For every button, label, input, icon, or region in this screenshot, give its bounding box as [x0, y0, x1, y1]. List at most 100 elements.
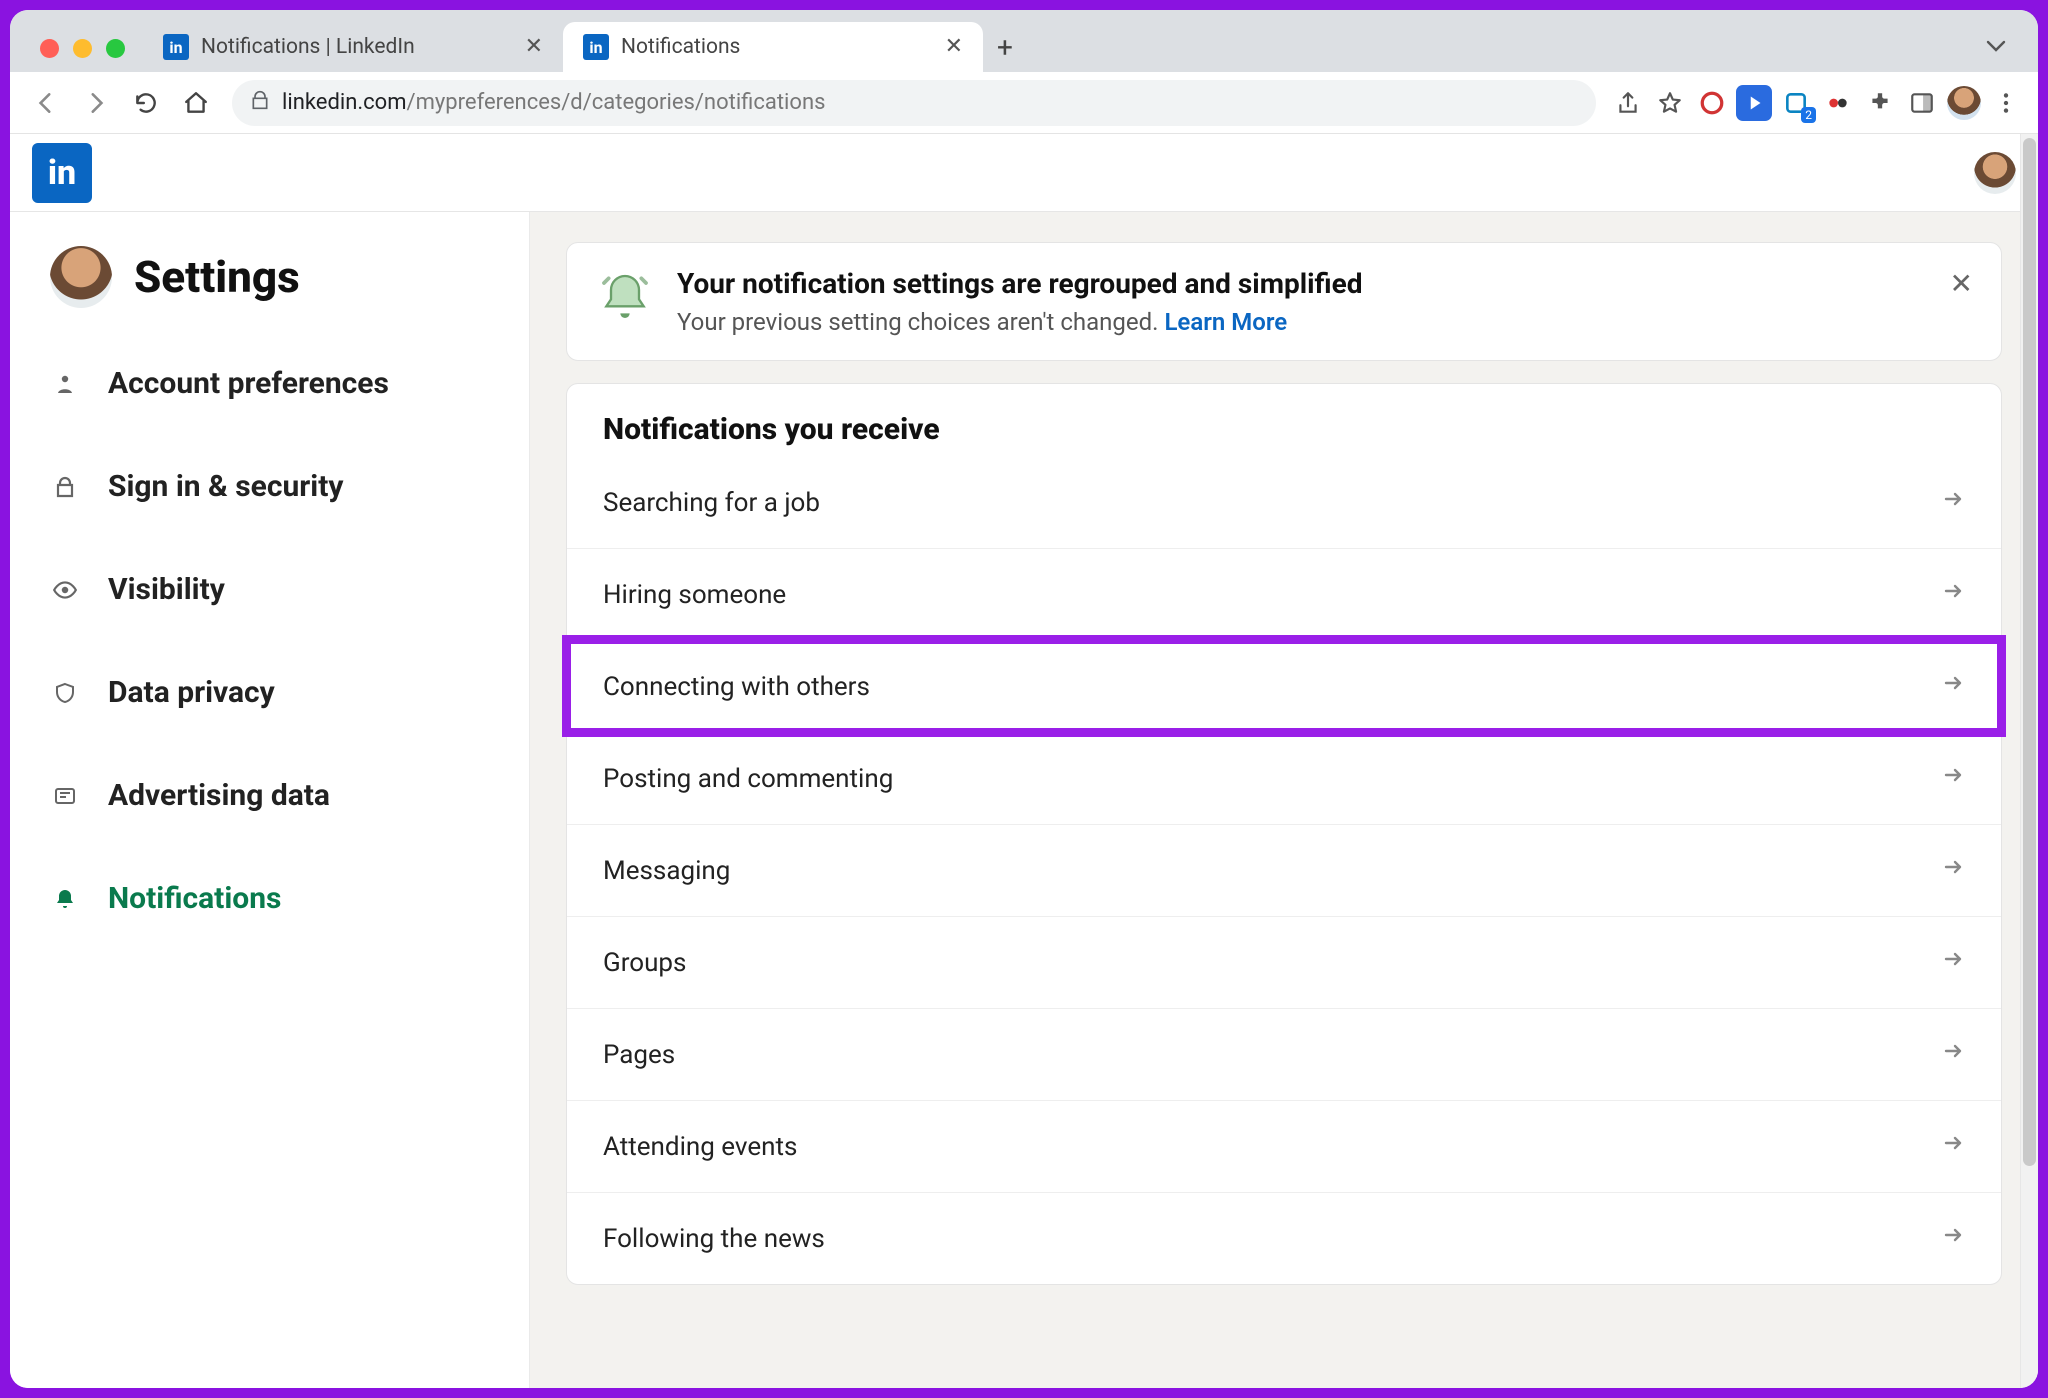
banner-text: Your notification settings are regrouped…: [677, 267, 1362, 336]
profile-avatar[interactable]: [1974, 152, 2016, 194]
notification-row[interactable]: Searching for a job: [567, 457, 2001, 548]
window-controls: [22, 39, 143, 72]
chrome-menu-icon[interactable]: [1988, 85, 2024, 121]
close-banner-button[interactable]: ✕: [1950, 267, 1973, 300]
linkedin-header: in: [10, 134, 2038, 212]
info-banner: Your notification settings are regrouped…: [566, 242, 2002, 361]
notification-row[interactable]: Groups: [567, 916, 2001, 1008]
tab-title: Notifications | LinkedIn: [201, 35, 415, 59]
notification-row[interactable]: Messaging: [567, 824, 2001, 916]
maximize-window-button[interactable]: [106, 39, 125, 58]
notification-row[interactable]: Posting and commenting: [567, 732, 2001, 824]
row-label: Connecting with others: [603, 672, 870, 702]
extensions-puzzle-icon[interactable]: [1862, 85, 1898, 121]
page-content: in Settings Account preferences: [10, 134, 2038, 1388]
reload-button[interactable]: [124, 81, 168, 125]
row-label: Attending events: [603, 1132, 797, 1162]
sidebar-item-label: Advertising data: [108, 778, 330, 813]
sidebar-item-label: Sign in & security: [108, 469, 343, 504]
vertical-scrollbar[interactable]: [2020, 134, 2038, 1388]
close-window-button[interactable]: [40, 39, 59, 58]
close-tab-icon[interactable]: ✕: [525, 36, 543, 58]
sidebar-item-sign-in-security[interactable]: Sign in & security: [10, 435, 529, 538]
row-label: Searching for a job: [603, 488, 820, 518]
extension-icon[interactable]: [1820, 85, 1856, 121]
eye-icon: [50, 577, 80, 603]
learn-more-link[interactable]: Learn More: [1164, 308, 1287, 336]
row-label: Following the news: [603, 1224, 825, 1254]
arrow-right-icon: [1941, 671, 1965, 702]
banner-body: Your previous setting choices aren't cha…: [677, 308, 1362, 336]
arrow-right-icon: [1941, 1131, 1965, 1162]
address-bar: linkedin.com/mypreferences/d/categories/…: [10, 72, 2038, 134]
card-heading: Notifications you receive: [567, 412, 2001, 457]
url-text: linkedin.com/mypreferences/d/categories/…: [282, 90, 825, 115]
arrow-right-icon: [1941, 579, 1965, 610]
bookmark-star-icon[interactable]: [1652, 85, 1688, 121]
linkedin-favicon-icon: in: [583, 34, 609, 60]
bell-icon: [50, 887, 80, 911]
row-label: Hiring someone: [603, 580, 786, 610]
settings-heading: Settings: [10, 246, 529, 332]
row-label: Pages: [603, 1040, 675, 1070]
browser-window: in Notifications | LinkedIn ✕ in Notific…: [10, 10, 2038, 1388]
arrow-right-icon: [1941, 1223, 1965, 1254]
linkedin-favicon-icon: in: [163, 34, 189, 60]
notification-row[interactable]: Following the news: [567, 1192, 2001, 1284]
settings-layout: Settings Account preferences Sign in & s…: [10, 212, 2038, 1388]
notifications-card: Notifications you receive Searching for …: [566, 383, 2002, 1285]
sidebar-item-label: Data privacy: [108, 675, 275, 710]
page-title: Settings: [134, 251, 300, 303]
sidebar-item-account-preferences[interactable]: Account preferences: [10, 332, 529, 435]
tab-bar: in Notifications | LinkedIn ✕ in Notific…: [10, 10, 2038, 72]
bell-illustration-icon: [595, 267, 655, 327]
sidebar-item-label: Notifications: [108, 881, 281, 916]
extension-icon[interactable]: [1736, 85, 1772, 121]
extension-icon[interactable]: [1778, 85, 1814, 121]
profile-avatar: [50, 246, 112, 308]
close-tab-icon[interactable]: ✕: [945, 36, 963, 58]
row-label: Messaging: [603, 856, 730, 886]
row-label: Groups: [603, 948, 686, 978]
settings-main: Your notification settings are regrouped…: [530, 212, 2038, 1388]
lock-icon: [250, 90, 270, 116]
browser-tab-active[interactable]: in Notifications ✕: [563, 22, 983, 72]
sidebar-item-visibility[interactable]: Visibility: [10, 538, 529, 641]
arrow-right-icon: [1941, 855, 1965, 886]
linkedin-logo[interactable]: in: [32, 143, 92, 203]
arrow-right-icon: [1941, 763, 1965, 794]
shield-icon: [50, 681, 80, 705]
sidebar-item-label: Visibility: [108, 572, 225, 607]
newspaper-icon: [50, 784, 80, 808]
notification-row[interactable]: Hiring someone: [567, 548, 2001, 640]
side-panel-icon[interactable]: [1904, 85, 1940, 121]
notification-row[interactable]: Attending events: [567, 1100, 2001, 1192]
settings-sidebar: Settings Account preferences Sign in & s…: [10, 212, 530, 1388]
notification-row-connecting-with-others[interactable]: Connecting with others: [567, 640, 2001, 732]
arrow-right-icon: [1941, 487, 1965, 518]
tabs-dropdown-icon[interactable]: [1976, 34, 2026, 72]
url-input[interactable]: linkedin.com/mypreferences/d/categories/…: [232, 80, 1596, 126]
back-button[interactable]: [24, 81, 68, 125]
row-label: Posting and commenting: [603, 764, 893, 794]
minimize-window-button[interactable]: [73, 39, 92, 58]
forward-button[interactable]: [74, 81, 118, 125]
sidebar-item-notifications[interactable]: Notifications: [10, 847, 529, 950]
sidebar-item-label: Account preferences: [108, 366, 389, 401]
sidebar-item-advertising-data[interactable]: Advertising data: [10, 744, 529, 847]
home-button[interactable]: [174, 81, 218, 125]
profile-avatar[interactable]: [1946, 85, 1982, 121]
lock-icon: [50, 475, 80, 499]
notification-row[interactable]: Pages: [567, 1008, 2001, 1100]
scrollbar-thumb[interactable]: [2023, 138, 2036, 1166]
arrow-right-icon: [1941, 1039, 1965, 1070]
sidebar-item-data-privacy[interactable]: Data privacy: [10, 641, 529, 744]
tab-title: Notifications: [621, 35, 740, 59]
person-icon: [50, 372, 80, 396]
banner-title: Your notification settings are regrouped…: [677, 267, 1362, 300]
share-icon[interactable]: [1610, 85, 1646, 121]
browser-tab-inactive[interactable]: in Notifications | LinkedIn ✕: [143, 22, 563, 72]
extension-icon[interactable]: [1694, 85, 1730, 121]
new-tab-button[interactable]: +: [983, 22, 1027, 72]
arrow-right-icon: [1941, 947, 1965, 978]
